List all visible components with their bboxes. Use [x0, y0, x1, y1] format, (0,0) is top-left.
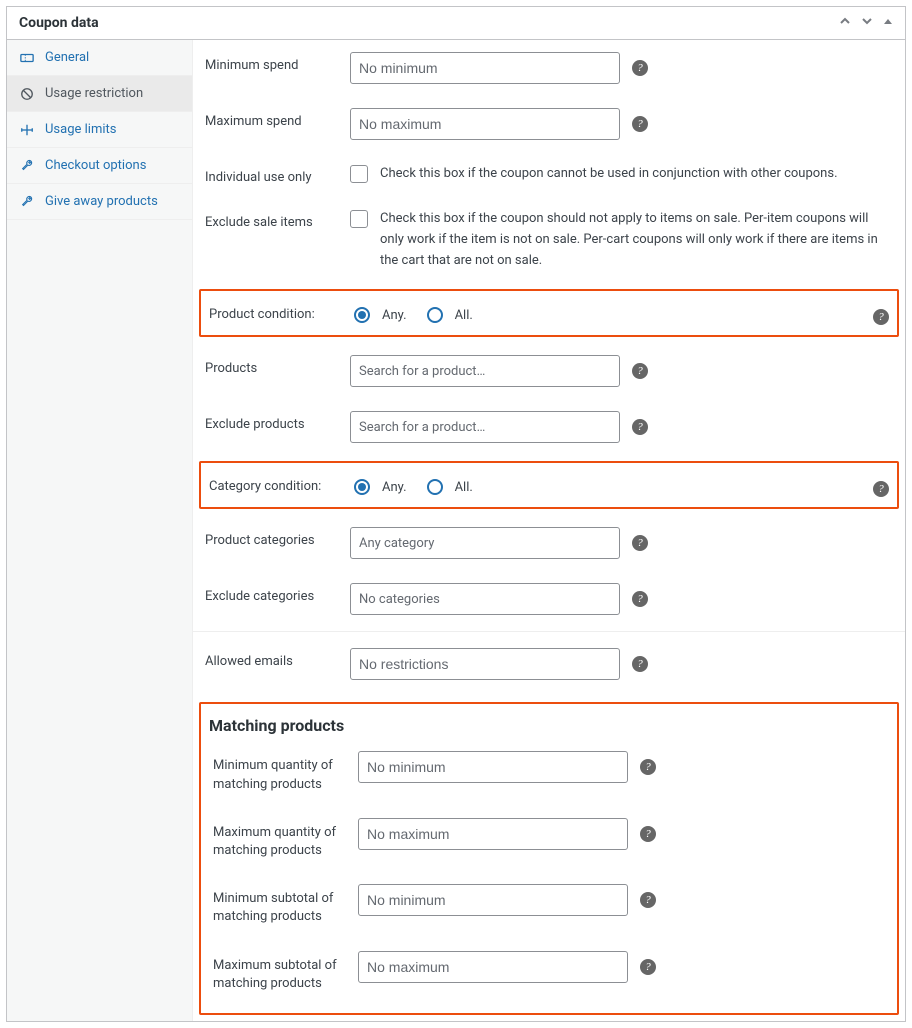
help-icon[interactable]: ? [632, 116, 648, 132]
min-sub-input[interactable] [358, 884, 628, 916]
label-categories: Product categories [205, 527, 350, 548]
highlight-category-condition: Category condition: Any. All. ? [199, 461, 899, 509]
product-condition-any-radio[interactable] [354, 307, 370, 323]
label-min-spend: Minimum spend [205, 52, 350, 73]
help-icon[interactable]: ? [632, 535, 648, 551]
row-emails: Allowed emails ? [193, 636, 905, 692]
categories-select[interactable]: Any category [350, 527, 620, 559]
row-exclude-sale: Exclude sale items Check this box if the… [193, 197, 905, 283]
wrench-icon [19, 159, 35, 173]
panel-title: Coupon data [19, 15, 99, 31]
exclude-sale-checkbox[interactable] [350, 210, 368, 228]
row-min-qty: Minimum quantity of matching products ? [201, 739, 897, 805]
category-condition-all-radio[interactable] [427, 479, 443, 495]
help-icon[interactable]: ? [632, 363, 648, 379]
sidebar-item-label: Usage limits [45, 122, 116, 137]
product-condition-all-label: All. [455, 308, 473, 323]
label-emails: Allowed emails [205, 648, 350, 669]
label-min-sub: Minimum subtotal of matching products [213, 884, 358, 926]
help-icon[interactable]: ? [873, 309, 889, 325]
highlight-product-condition: Product condition: Any. All. ? [199, 289, 899, 337]
products-select[interactable]: Search for a product… [350, 355, 620, 387]
panel-header: Coupon data [7, 7, 905, 40]
help-icon[interactable]: ? [873, 481, 889, 497]
category-condition-any-radio[interactable] [354, 479, 370, 495]
label-min-qty: Minimum quantity of matching products [213, 751, 358, 793]
row-min-sub: Minimum subtotal of matching products ? [201, 872, 897, 938]
help-icon[interactable]: ? [632, 419, 648, 435]
label-exclude-products: Exclude products [205, 411, 350, 432]
sidebar: General Usage restriction Usage limits C… [7, 40, 193, 1021]
exclude-categories-select[interactable]: No categories [350, 583, 620, 615]
individual-use-checkbox[interactable] [350, 165, 368, 183]
sidebar-item-general[interactable]: General [7, 40, 192, 76]
label-exclude-categories: Exclude categories [205, 583, 350, 604]
row-max-qty: Maximum quantity of matching products ? [201, 806, 897, 872]
panel-controls [839, 15, 893, 31]
row-max-sub: Maximum subtotal of matching products ? [201, 939, 897, 1005]
sidebar-item-checkout-options[interactable]: Checkout options [7, 148, 192, 184]
max-spend-input[interactable] [350, 108, 620, 140]
label-individual-use: Individual use only [205, 164, 350, 185]
sidebar-item-label: General [45, 50, 89, 65]
category-condition-any-label: Any. [382, 480, 407, 495]
label-products: Products [205, 355, 350, 376]
label-max-spend: Maximum spend [205, 108, 350, 129]
help-icon[interactable]: ? [640, 892, 656, 908]
content: Minimum spend ? Maximum spend ? Individu… [193, 40, 905, 1021]
divider [193, 631, 905, 632]
min-qty-input[interactable] [358, 751, 628, 783]
help-icon[interactable]: ? [632, 591, 648, 607]
product-condition-any-label: Any. [382, 308, 407, 323]
coupon-data-panel: Coupon data General [6, 6, 906, 1022]
panel-body: General Usage restriction Usage limits C… [7, 40, 905, 1021]
matching-products-section: Matching products Minimum quantity of ma… [199, 702, 899, 1015]
emails-input[interactable] [350, 648, 620, 680]
toggle-panel-icon[interactable] [883, 16, 893, 31]
row-categories: Product categories Any category ? [193, 515, 905, 571]
label-max-sub: Maximum subtotal of matching products [213, 951, 358, 993]
help-icon[interactable]: ? [640, 826, 656, 842]
wrench-icon [19, 195, 35, 209]
row-max-spend: Maximum spend ? [193, 96, 905, 152]
row-exclude-products: Exclude products Search for a product… ? [193, 399, 905, 455]
label-max-qty: Maximum quantity of matching products [213, 818, 358, 860]
min-spend-input[interactable] [350, 52, 620, 84]
label-exclude-sale: Exclude sale items [205, 209, 350, 230]
category-condition-all-label: All. [455, 480, 473, 495]
row-individual-use: Individual use only Check this box if th… [193, 152, 905, 197]
row-exclude-categories: Exclude categories No categories ? [193, 571, 905, 627]
help-icon[interactable]: ? [632, 656, 648, 672]
sidebar-item-label: Give away products [45, 194, 158, 209]
row-products: Products Search for a product… ? [193, 343, 905, 399]
individual-use-text: Check this box if the coupon cannot be u… [380, 164, 838, 185]
move-down-icon[interactable] [861, 15, 873, 31]
product-condition-all-radio[interactable] [427, 307, 443, 323]
row-min-spend: Minimum spend ? [193, 40, 905, 96]
help-icon[interactable]: ? [640, 959, 656, 975]
sidebar-item-usage-limits[interactable]: Usage limits [7, 112, 192, 148]
max-sub-input[interactable] [358, 951, 628, 983]
sidebar-item-label: Checkout options [45, 158, 146, 173]
block-icon [19, 87, 35, 101]
sidebar-item-giveaway[interactable]: Give away products [7, 184, 192, 220]
move-up-icon[interactable] [839, 15, 851, 31]
ticket-icon [19, 51, 35, 65]
row-category-condition: Category condition: Any. All. ? [201, 463, 897, 507]
row-product-condition: Product condition: Any. All. ? [201, 291, 897, 335]
label-category-condition: Category condition: [209, 473, 354, 494]
help-icon[interactable]: ? [640, 759, 656, 775]
limits-icon [19, 123, 35, 137]
matching-title: Matching products [201, 704, 897, 739]
exclude-products-select[interactable]: Search for a product… [350, 411, 620, 443]
max-qty-input[interactable] [358, 818, 628, 850]
sidebar-item-label: Usage restriction [45, 86, 143, 101]
sidebar-item-usage-restriction[interactable]: Usage restriction [7, 76, 192, 112]
help-icon[interactable]: ? [632, 60, 648, 76]
exclude-sale-text: Check this box if the coupon should not … [380, 209, 893, 271]
label-product-condition: Product condition: [209, 301, 354, 322]
